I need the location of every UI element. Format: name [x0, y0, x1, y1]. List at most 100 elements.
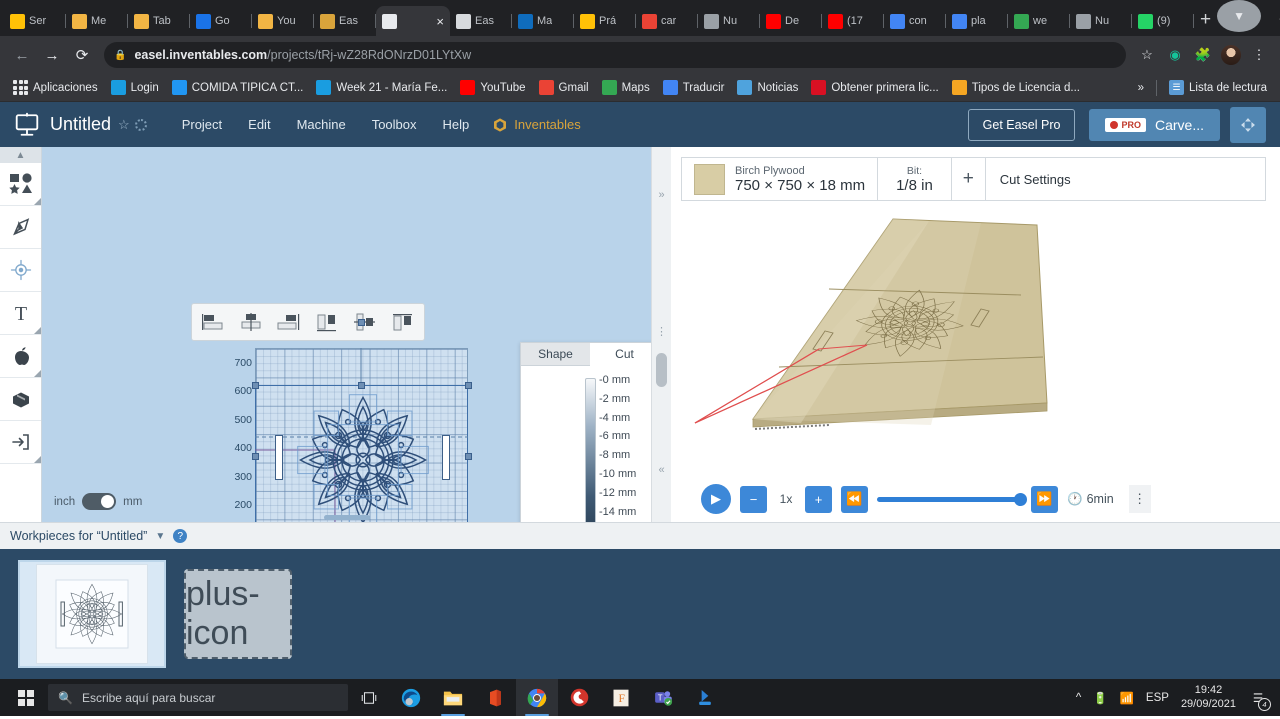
align-center-horizontal-button[interactable]: [233, 307, 269, 337]
ccleaner-icon[interactable]: [558, 679, 600, 716]
slot-shape-left[interactable]: [275, 435, 283, 480]
menu-help[interactable]: Help: [430, 111, 483, 138]
bookmark-7[interactable]: Traducir: [658, 78, 730, 97]
bookmark-6[interactable]: Maps: [597, 78, 655, 97]
reading-list-button[interactable]: ☰ Lista de lectura: [1164, 78, 1272, 97]
grammarly-icon[interactable]: ◉: [1162, 42, 1188, 68]
text-tool[interactable]: T: [0, 292, 41, 335]
add-workpiece-button[interactable]: plus-icon: [184, 569, 292, 659]
3d-tool[interactable]: [0, 378, 41, 421]
chevron-down-icon[interactable]: ▼: [155, 531, 165, 542]
chevron-up-icon[interactable]: ▲: [0, 147, 41, 163]
align-center-vertical-button[interactable]: [347, 307, 383, 337]
align-top-button[interactable]: [309, 307, 345, 337]
bookmark-1[interactable]: Login: [106, 78, 164, 97]
browser-tab-12[interactable]: De: [760, 6, 822, 36]
shapes-tool[interactable]: [0, 163, 41, 206]
apps-tool[interactable]: [0, 335, 41, 378]
new-tab-button[interactable]: +: [1200, 9, 1211, 31]
chrome-icon[interactable]: [516, 679, 558, 716]
speed-up-button[interactable]: +: [805, 485, 832, 513]
selection-handle[interactable]: [465, 382, 472, 389]
selection-handle[interactable]: [465, 453, 472, 460]
bookmark-2[interactable]: COMIDA TIPICA CT...: [167, 78, 309, 97]
import-tool[interactable]: [0, 421, 41, 464]
canvas-resize-grip[interactable]: [323, 515, 370, 520]
bookmark-9[interactable]: Obtener primera lic...: [806, 78, 943, 97]
star-icon[interactable]: ☆: [118, 117, 130, 133]
panel-divider[interactable]: » ⋮ «: [651, 147, 671, 522]
browser-tab-16[interactable]: we: [1008, 6, 1070, 36]
teams-icon[interactable]: T: [642, 679, 684, 716]
file-explorer-icon[interactable]: [432, 679, 474, 716]
fast-forward-button[interactable]: ⏩: [1031, 485, 1058, 513]
tab-search-button[interactable]: ▼: [1217, 0, 1262, 32]
office-icon[interactable]: [474, 679, 516, 716]
browser-tab-8[interactable]: Ma: [512, 6, 574, 36]
selection-handle[interactable]: [358, 382, 365, 389]
add-bit-button[interactable]: +: [952, 158, 986, 200]
grip-dots-icon[interactable]: ⋮: [652, 325, 671, 338]
menu-project[interactable]: Project: [169, 111, 235, 138]
browser-tab-10[interactable]: car: [636, 6, 698, 36]
unit-switch[interactable]: [82, 493, 117, 510]
bit-selector[interactable]: Bit: 1/8 in: [878, 158, 952, 200]
get-easel-pro-button[interactable]: Get Easel Pro: [967, 108, 1076, 141]
tab-cut[interactable]: Cut: [590, 343, 651, 366]
browser-tab-1[interactable]: Me: [66, 6, 128, 36]
cut-settings-button[interactable]: Cut Settings: [986, 158, 1085, 200]
selection-handle[interactable]: [252, 382, 259, 389]
align-bottom-button[interactable]: [385, 307, 421, 337]
design-canvas[interactable]: 7006005004003002001000 01002003004005006…: [42, 147, 651, 522]
3d-board-preview[interactable]: [681, 207, 1061, 447]
bookmark-5[interactable]: Gmail: [534, 78, 594, 97]
foxit-icon[interactable]: F: [600, 679, 642, 716]
inventables-link[interactable]: Inventables: [482, 111, 591, 139]
align-left-button[interactable]: [195, 307, 231, 337]
pen-tool[interactable]: [0, 206, 41, 249]
minimize-button[interactable]: –: [1261, 2, 1280, 34]
play-button[interactable]: ▶: [701, 484, 731, 514]
more-options-button[interactable]: ⋮: [1128, 485, 1151, 513]
task-view-icon[interactable]: [348, 679, 390, 716]
browser-tab-15[interactable]: pla: [946, 6, 1008, 36]
bookmark-4[interactable]: YouTube: [455, 78, 530, 97]
bookmark-8[interactable]: Noticias: [732, 78, 803, 97]
simulation-preview[interactable]: Birch Plywood 750 × 750 × 18 mm Bit: 1/8…: [671, 147, 1280, 522]
depth-slider-track[interactable]: [585, 378, 596, 522]
close-icon[interactable]: ×: [436, 15, 444, 28]
browser-tab-14[interactable]: con: [884, 6, 946, 36]
browser-tab-3[interactable]: Go: [190, 6, 252, 36]
material-selector[interactable]: Birch Plywood 750 × 750 × 18 mm: [682, 158, 879, 200]
menu-edit[interactable]: Edit: [235, 111, 283, 138]
slot-shape-right[interactable]: [442, 435, 450, 480]
menu-machine[interactable]: Machine: [284, 111, 359, 138]
mandala-design[interactable]: [295, 392, 431, 522]
chevron-double-right-icon[interactable]: »: [652, 189, 671, 201]
rewind-button[interactable]: ⏪: [841, 485, 868, 513]
bookmark-star-icon[interactable]: ☆: [1134, 42, 1160, 68]
anydesk-icon[interactable]: [684, 679, 726, 716]
browser-tab-5[interactable]: Eas: [314, 6, 376, 36]
bookmarks-overflow-button[interactable]: »: [1133, 80, 1149, 96]
browser-tab-2[interactable]: Tab: [128, 6, 190, 36]
carve-button[interactable]: PRO Carve...: [1089, 108, 1220, 141]
depth-slider-area[interactable]: -0 mm -2 mm -4 mm -6 mm -8 mm -10 mm -12 mm -14…: [521, 374, 651, 522]
bookmark-0[interactable]: Aplicaciones: [8, 78, 103, 97]
browser-tab-7[interactable]: Eas: [450, 6, 512, 36]
menu-toolbox[interactable]: Toolbox: [359, 111, 430, 138]
extensions-puzzle-icon[interactable]: 🧩: [1190, 42, 1216, 68]
address-bar[interactable]: 🔒 easel.inventables.com/projects/tRj-wZ2…: [104, 42, 1126, 68]
selection-handle[interactable]: [358, 319, 365, 326]
divider-thumb[interactable]: [656, 353, 667, 387]
pan-tool-icon[interactable]: [1230, 106, 1266, 143]
help-icon[interactable]: ?: [173, 529, 188, 543]
browser-tab-9[interactable]: Prá: [574, 6, 636, 36]
browser-tab-11[interactable]: Nu: [698, 6, 760, 36]
search-input[interactable]: 🔍 Escribe aquí para buscar: [48, 684, 348, 711]
page-title[interactable]: Untitled: [50, 114, 111, 135]
browser-tab-4[interactable]: You: [252, 6, 314, 36]
battery-icon[interactable]: 🔋: [1093, 691, 1107, 705]
tab-shape[interactable]: Shape: [521, 343, 590, 366]
notification-icon[interactable]: ☰ 4: [1248, 688, 1271, 711]
